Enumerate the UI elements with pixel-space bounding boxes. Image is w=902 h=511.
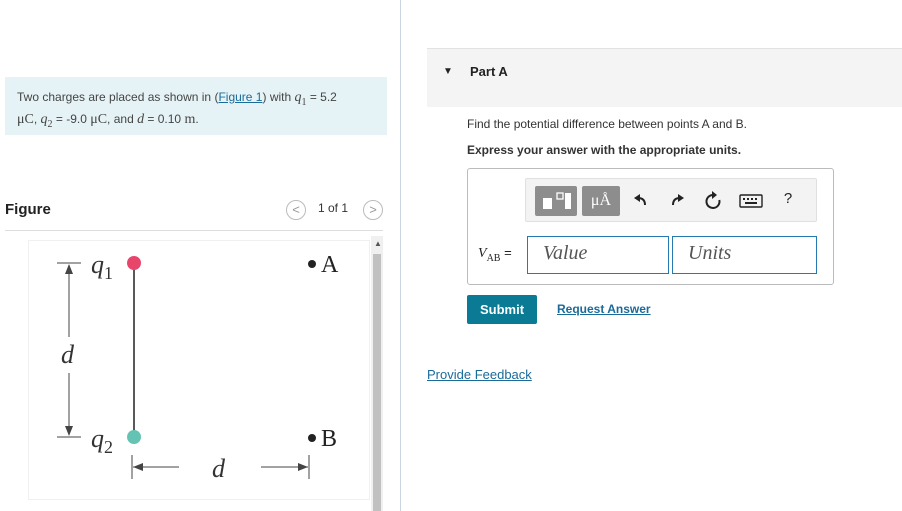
period: . [195,111,199,126]
figure-canvas: q1 q2 d d A B [28,240,370,500]
reset-button[interactable] [702,190,724,212]
d-value: = 0.10 [144,111,185,126]
units-input[interactable]: Units [672,236,817,274]
problem-statement: Two charges are placed as shown in (Figu… [5,77,387,135]
keyboard-icon [739,194,763,208]
q1-charge [127,256,141,270]
undo-icon [634,194,646,206]
redo-icon [672,194,684,206]
submit-button[interactable]: Submit [467,295,537,324]
math-toolbar: μÅ ? [525,178,817,222]
figure-diagram: q1 q2 d d A B [57,250,339,483]
request-answer-link[interactable]: Request Answer [557,302,651,316]
help-button[interactable]: ? [779,190,797,212]
caret-down-icon[interactable]: ▼ [443,66,453,77]
scrollbar-thumb[interactable] [373,254,381,511]
arrow-up-icon [65,264,73,274]
next-figure-button[interactable]: > [363,200,383,220]
figure-divider [5,230,383,231]
q2-unit: μC [90,111,108,127]
figure-scrollbar[interactable]: ▲ [371,236,383,511]
d-unit: m [184,111,196,127]
q1-symbol: q1 [294,90,307,108]
q2-label: q2 [91,424,113,457]
left-panel: Two charges are placed as shown in (Figu… [0,0,390,511]
figure-title: Figure [5,201,51,218]
value-input[interactable]: Value [527,236,669,274]
arrow-down-icon [65,426,73,436]
d-vertical-label: d [61,340,75,369]
arrow-left-icon [133,463,143,471]
templates-button[interactable] [535,186,577,216]
reset-icon [705,191,721,209]
chevron-right-icon: > [369,202,377,217]
point-a-dot [308,260,316,268]
point-b-label: B [321,426,337,452]
chevron-left-icon: < [292,202,300,217]
instruction-text: Express your answer with the appropriate… [467,143,742,157]
prev-figure-button[interactable]: < [286,200,306,220]
templates-icon [543,192,571,209]
provide-feedback-link[interactable]: Provide Feedback [427,367,532,382]
problem-text: Two charges are placed as shown in ( [17,90,219,104]
keyboard-button[interactable] [739,192,763,210]
answer-variable: VAB = [478,245,512,264]
q2-charge [127,430,141,444]
problem-text: ) with [262,90,295,104]
q2-value: = -9.0 [52,111,91,126]
units-button[interactable]: μÅ [582,186,620,216]
separator: , and [107,111,138,126]
point-b-dot [308,434,316,442]
q1-label: q1 [91,250,113,283]
help-icon: ? [783,190,793,207]
q2-symbol: q2 [40,111,53,130]
q1-unit: μC [17,111,34,127]
point-a-label: A [321,252,339,278]
d-horizontal-label: d [212,454,226,483]
units-button-label: μÅ [590,192,612,209]
q1-value: = 5.2 [306,90,337,104]
undo-button[interactable] [630,190,652,212]
figure-link[interactable]: Figure 1 [218,90,262,104]
scroll-up-icon[interactable]: ▲ [374,239,382,248]
arrow-right-icon [298,463,308,471]
question-text: Find the potential difference between po… [467,117,747,131]
figure-pager: 1 of 1 [318,201,349,215]
redo-button[interactable] [666,190,688,212]
panel-divider [400,0,401,511]
part-a-label[interactable]: Part A [470,64,508,79]
separator: , [33,111,41,126]
